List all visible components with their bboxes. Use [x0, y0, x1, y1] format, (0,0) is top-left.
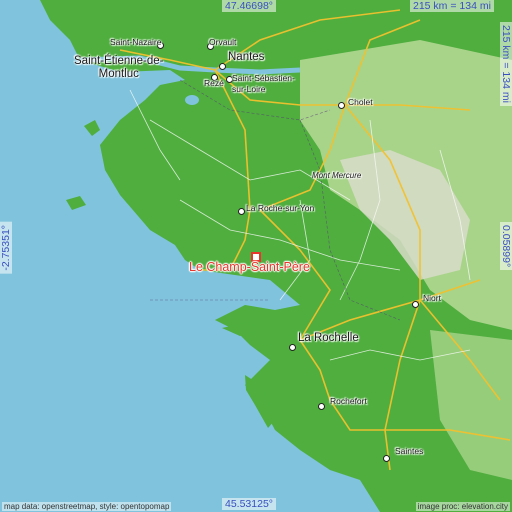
- location-label: Le Champ-Saint-Père: [189, 260, 310, 274]
- top-latitude-label: 47.46698°: [222, 0, 276, 12]
- place-label-nantes: Nantes: [228, 51, 265, 63]
- left-longitude-label: -2.75351°: [0, 222, 12, 274]
- city-dot-nantes: [219, 63, 226, 70]
- place-label-mont-mercure: Mont Mercure: [312, 171, 362, 180]
- place-label-orvault: Orvault: [209, 37, 237, 47]
- attribution-right: image proc: elevation.city: [415, 502, 510, 511]
- place-label-la-roche-sur-yon: La Roche-sur-Yon: [246, 203, 315, 213]
- place-label-niort: Niort: [423, 293, 441, 303]
- attribution-left: map data: openstreetmap, style: opentopo…: [2, 502, 172, 511]
- city-dot-rochefort: [318, 403, 325, 410]
- city-dot-niort: [412, 301, 419, 308]
- right-longitude-label: 0.05899°: [500, 222, 512, 271]
- place-label-la-rochelle: La Rochelle: [298, 332, 359, 344]
- city-dot-la-rochelle: [289, 344, 296, 351]
- place-label-saint-etienne: Saint-Étienne-de- Montluc: [74, 55, 164, 80]
- vertical-scale-label: 215 km = 134 mi: [500, 22, 512, 106]
- lake: [185, 95, 199, 105]
- map-view[interactable]: Saint-Nazaire Orvault Nantes Saint-Étien…: [0, 0, 512, 512]
- place-label-cholet: Cholet: [348, 97, 373, 107]
- city-dot-la-roche-sur-yon: [238, 208, 245, 215]
- horizontal-scale-label: 215 km = 134 mi: [410, 0, 494, 12]
- bottom-latitude-label: 45.53125°: [222, 498, 276, 510]
- place-label-saint-sebastien: Saint-Sébastien- sur-Loire: [232, 73, 295, 94]
- place-label-saint-nazaire: Saint-Nazaire: [110, 37, 162, 47]
- place-label-rochefort: Rochefort: [330, 396, 367, 406]
- place-label-saintes: Saintes: [395, 446, 424, 456]
- place-label-reze: Rezé: [204, 78, 224, 88]
- city-dot-cholet: [338, 102, 345, 109]
- city-dot-saintes: [383, 455, 390, 462]
